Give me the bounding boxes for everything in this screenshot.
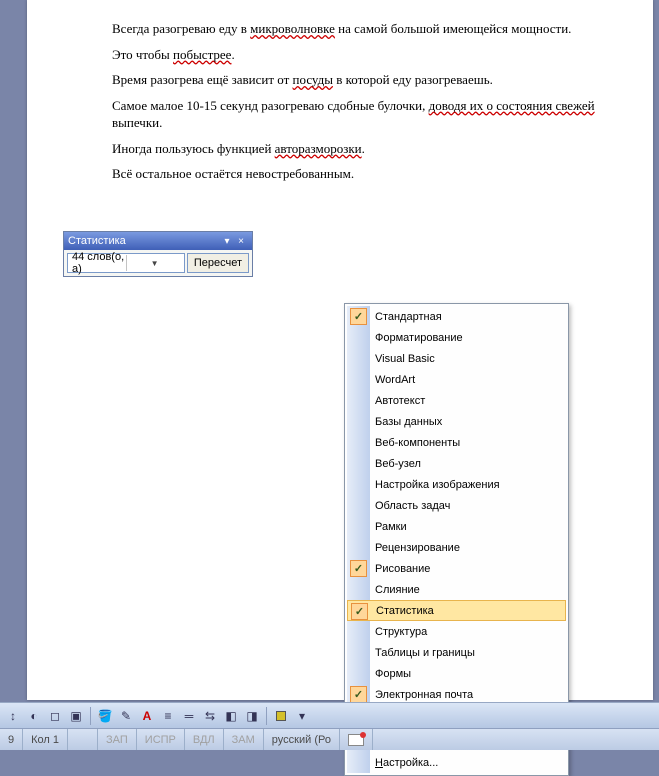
menu-item-label: Рисование xyxy=(375,563,430,575)
status-ovr[interactable]: ЗАМ xyxy=(224,729,264,750)
paragraph: Всё остальное остаётся невостребованным. xyxy=(112,165,628,183)
document-body: Всегда разогреваю еду в микроволновке на… xyxy=(112,20,628,183)
menu-item-настройка-изображения[interactable]: Настройка изображения xyxy=(347,474,566,495)
arrow-style-icon[interactable]: ⇆ xyxy=(201,707,219,725)
line-color-icon[interactable]: ✎ xyxy=(117,707,135,725)
paragraph: Всегда разогреваю еду в микроволновке на… xyxy=(112,20,628,38)
line-style-icon[interactable]: ═ xyxy=(180,707,198,725)
menu-item-label: Веб-компоненты xyxy=(375,437,460,449)
menu-item-label: Структура xyxy=(375,626,427,638)
menu-item-label: Область задач xyxy=(375,500,450,512)
menu-item-автотекст[interactable]: Автотекст xyxy=(347,390,566,411)
menu-item-label: Настройка изображения xyxy=(375,479,500,491)
menu-item-label: Электронная почта xyxy=(375,689,473,701)
paragraph: Время разогрева ещё зависит от посуды в … xyxy=(112,71,628,89)
status-filler xyxy=(373,729,659,750)
close-icon[interactable]: × xyxy=(234,236,248,247)
menu-item-структура[interactable]: Структура xyxy=(347,621,566,642)
panel-options-icon[interactable]: ▾ xyxy=(220,236,234,247)
chevron-down-icon[interactable]: ▼ xyxy=(126,255,181,271)
menu-item-label: Рамки xyxy=(375,521,407,533)
drawing-toolbar: ↕ ◐ ◻ ▣ 🪣 ✎ A ≡ ═ ⇆ ◧ ◨ ▾ xyxy=(0,702,659,728)
menu-item-слияние[interactable]: Слияние xyxy=(347,579,566,600)
recount-button[interactable]: Пересчет xyxy=(187,253,249,273)
menu-item-label: Статистика xyxy=(376,605,434,617)
dash-style-icon[interactable]: ≡ xyxy=(159,707,177,725)
menu-item-рецензирование[interactable]: Рецензирование xyxy=(347,537,566,558)
status-rec[interactable]: ЗАП xyxy=(98,729,137,750)
threed-icon[interactable]: ◨ xyxy=(243,707,261,725)
status-column: Кол 1 xyxy=(23,729,68,750)
fill-color-icon[interactable]: 🪣 xyxy=(96,707,114,725)
menu-item-рисование[interactable]: ✓ Рисование xyxy=(347,558,566,579)
color-swatch[interactable] xyxy=(272,707,290,725)
check-icon: ✓ xyxy=(351,603,368,620)
menu-item-label: Настройка... xyxy=(375,757,438,769)
menu-item-label: WordArt xyxy=(375,374,415,386)
menu-item-wordart[interactable]: WordArt xyxy=(347,369,566,390)
menu-item-label: Рецензирование xyxy=(375,542,460,554)
status-line-number: 9 xyxy=(0,729,23,750)
text-direction-icon[interactable]: ↕ xyxy=(4,707,22,725)
status-spellcheck-icon[interactable] xyxy=(340,729,373,750)
paragraph: Это чтобы побыстрее. xyxy=(112,46,628,64)
more-icon[interactable]: ▾ xyxy=(293,707,311,725)
menu-item-customize[interactable]: Настройка... xyxy=(347,752,566,773)
menu-item-label: Автотекст xyxy=(375,395,425,407)
word-count-value: 44 слов(о, а) xyxy=(72,251,126,275)
menu-item-рамки[interactable]: Рамки xyxy=(347,516,566,537)
check-icon: ✓ xyxy=(350,308,367,325)
font-color-icon[interactable]: A xyxy=(138,707,156,725)
status-bar: 9 Кол 1 ЗАП ИСПР ВДЛ ЗАМ русский (Ро xyxy=(0,728,659,750)
menu-item-базы-данных[interactable]: Базы данных xyxy=(347,411,566,432)
menu-item-веб-узел[interactable]: Веб-узел xyxy=(347,453,566,474)
word-count-combo[interactable]: 44 слов(о, а) ▼ xyxy=(67,253,185,273)
menu-item-область-задач[interactable]: Область задач xyxy=(347,495,566,516)
menu-item-label: Visual Basic xyxy=(375,353,435,365)
rotate-icon[interactable]: ◐ xyxy=(25,707,43,725)
menu-item-label: Стандартная xyxy=(375,311,442,323)
menu-item-label: Слияние xyxy=(375,584,420,596)
status-gap xyxy=(68,729,98,750)
shapes-icon[interactable]: ◻ xyxy=(46,707,64,725)
status-language[interactable]: русский (Ро xyxy=(264,729,340,750)
menu-item-label: Форматирование xyxy=(375,332,463,344)
menu-item-label: Формы xyxy=(375,668,411,680)
menu-item-label: Таблицы и границы xyxy=(375,647,475,659)
menu-item-формы[interactable]: Формы xyxy=(347,663,566,684)
check-icon: ✓ xyxy=(350,686,367,703)
shadow-icon[interactable]: ◧ xyxy=(222,707,240,725)
status-trk[interactable]: ИСПР xyxy=(137,729,185,750)
menu-item-label: Базы данных xyxy=(375,416,442,428)
menu-item-label: Веб-узел xyxy=(375,458,421,470)
menu-item-статистика[interactable]: ✓ Статистика xyxy=(347,600,566,621)
check-icon: ✓ xyxy=(350,560,367,577)
status-ext[interactable]: ВДЛ xyxy=(185,729,224,750)
menu-item-веб-компоненты[interactable]: Веб-компоненты xyxy=(347,432,566,453)
menu-item-стандартная[interactable]: ✓ Стандартная xyxy=(347,306,566,327)
paragraph: Самое малое 10-15 секунд разогреваю сдоб… xyxy=(112,97,628,132)
paragraph: Иногда пользуюсь функцией авторазморозки… xyxy=(112,140,628,158)
statistics-title: Статистика xyxy=(68,235,220,247)
menu-item-форматирование[interactable]: Форматирование xyxy=(347,327,566,348)
menu-item-visual-basic[interactable]: Visual Basic xyxy=(347,348,566,369)
statistics-titlebar[interactable]: Статистика ▾ × xyxy=(64,232,252,250)
menu-item-таблицы-и-границы[interactable]: Таблицы и границы xyxy=(347,642,566,663)
picture-icon[interactable]: ▣ xyxy=(67,707,85,725)
statistics-panel: Статистика ▾ × 44 слов(о, а) ▼ Пересчет xyxy=(63,231,253,277)
